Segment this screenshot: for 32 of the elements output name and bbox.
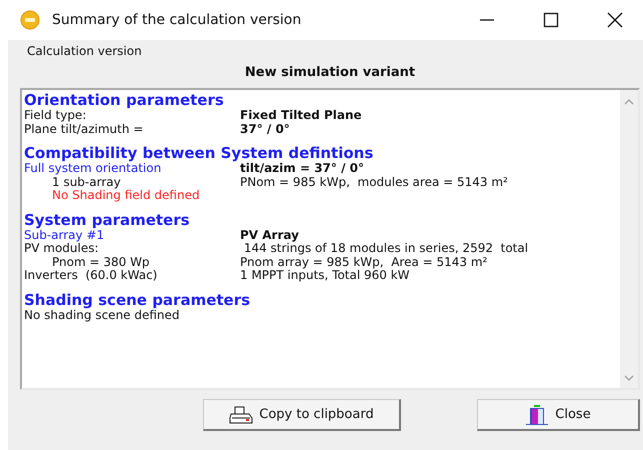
field-value: Pnom array = 985 kWp, Area = 5143 m²: [240, 256, 488, 269]
field-label: Sub-array #1: [24, 228, 104, 242]
close-icon[interactable]: [607, 12, 623, 28]
field-label: Pnom = 380 Wp: [52, 256, 150, 269]
window-title: Summary of the calculation version: [52, 12, 302, 28]
group-label: Calculation version: [26, 43, 142, 58]
door-icon: [525, 404, 550, 426]
field-value: Fixed Tilted Plane: [240, 109, 362, 122]
section-heading: Shading scene parameters: [24, 290, 250, 308]
field-label: Field type:: [24, 109, 86, 122]
maximize-icon[interactable]: [543, 12, 559, 28]
field-value: 37° / 0°: [240, 122, 290, 136]
field-value: tilt/azim = 37° / 0°: [240, 162, 364, 176]
field-label: Plane tilt/azimuth =: [24, 122, 144, 136]
field-label: PV modules:: [24, 242, 99, 256]
field-label: 1 sub-array: [52, 176, 121, 189]
field-value: 144 strings of 18 modules in series, 2592 total: [242, 242, 528, 256]
section-heading: System parameters: [24, 210, 190, 228]
app-icon: [20, 10, 40, 30]
field-label: Inverters (60.0 kWac): [24, 269, 158, 282]
section-heading: Orientation parameters: [24, 91, 224, 109]
field-label: No shading scene defined: [24, 308, 180, 322]
field-value: 1 MPPT inputs, Total 960 kW: [240, 269, 410, 282]
field-label: No Shading field defined: [52, 189, 200, 202]
field-value: PNom = 985 kWp, modules area = 5143 m²: [240, 176, 508, 189]
close-button[interactable]: Close: [477, 399, 640, 431]
printer-icon: [229, 406, 254, 424]
section-heading: Compatibility between System defintions: [24, 144, 374, 162]
field-label: Full system orientation: [24, 162, 162, 176]
field-value: PV Array: [240, 228, 299, 242]
variant-title: New simulation variant: [244, 65, 416, 80]
copy-button[interactable]: Copy to clipboard: [203, 399, 401, 431]
